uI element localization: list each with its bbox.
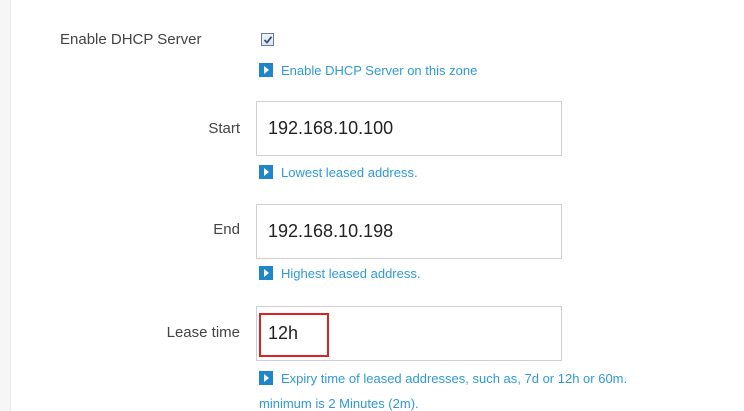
play-arrow-icon <box>259 266 273 280</box>
play-arrow-icon <box>259 165 273 179</box>
play-arrow-icon <box>259 63 273 77</box>
lease-time-help: Expiry time of leased addresses, such as… <box>259 371 627 387</box>
start-label: Start <box>208 120 240 137</box>
end-address-input[interactable]: 192.168.10.198 <box>256 204 562 259</box>
enable-dhcp-help-text: Enable DHCP Server on this zone <box>281 63 478 78</box>
end-help: Highest leased address. <box>259 266 420 282</box>
lease-time-help-line2: minimum is 2 Minutes (2m). <box>259 396 419 411</box>
start-help: Lowest leased address. <box>259 165 418 181</box>
enable-dhcp-label: Enable DHCP Server <box>60 31 202 48</box>
lease-time-label: Lease time <box>166 324 240 341</box>
checkmark-icon <box>263 35 272 44</box>
lease-time-help-text: Expiry time of leased addresses, such as… <box>281 371 628 386</box>
enable-dhcp-checkbox[interactable] <box>261 33 274 46</box>
dhcp-settings-panel: Enable DHCP Server Enable DHCP Server on… <box>0 0 744 411</box>
end-help-text: Highest leased address. <box>281 266 421 281</box>
lease-time-input[interactable]: 12h <box>256 306 562 361</box>
play-arrow-icon <box>259 371 273 385</box>
start-help-text: Lowest leased address. <box>281 165 418 180</box>
enable-dhcp-help: Enable DHCP Server on this zone <box>259 63 477 79</box>
start-address-input[interactable]: 192.168.10.100 <box>256 101 562 156</box>
end-label: End <box>213 221 240 238</box>
left-edge-divider <box>0 0 11 411</box>
